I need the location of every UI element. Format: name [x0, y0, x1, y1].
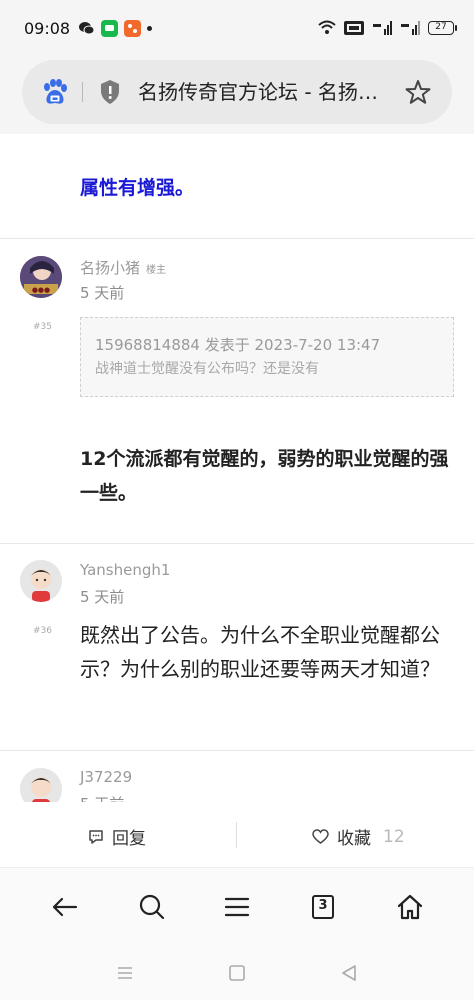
- address-divider: [82, 82, 83, 102]
- reply-bar: 回复 收藏 12: [0, 802, 474, 868]
- post-time: 5 天前: [80, 793, 124, 802]
- tabs-icon[interactable]: 3: [308, 892, 338, 922]
- search-icon[interactable]: [137, 892, 167, 922]
- home-button-icon[interactable]: [226, 962, 248, 984]
- system-nav-bar: [0, 946, 474, 1000]
- dot-icon: [147, 26, 152, 31]
- baidu-logo-icon[interactable]: [40, 78, 70, 106]
- post-username[interactable]: 名扬小猪 楼主: [80, 257, 166, 278]
- avatar[interactable]: [20, 560, 62, 602]
- heart-icon: [312, 828, 329, 844]
- favorite-count: 12: [383, 826, 405, 847]
- reply-label: 回复: [112, 829, 146, 849]
- avatar[interactable]: [20, 768, 62, 802]
- post-text: 12个流派都有觉醒的，弱势的职业觉醒的强一些。: [80, 448, 449, 504]
- wechat-icon: [78, 20, 95, 37]
- post-text: 属性有增强。: [80, 177, 195, 199]
- status-bar: 09:08 27: [0, 0, 474, 58]
- signal-icon-2: [401, 21, 420, 35]
- signal-icon: [373, 21, 392, 35]
- floor-number: #35: [33, 322, 52, 332]
- address-bar[interactable]: 名扬传奇官方论坛 - 名扬传奇: [22, 60, 452, 124]
- favorite-button[interactable]: 收藏 12: [312, 824, 405, 849]
- floor-number: #36: [33, 626, 52, 636]
- post-divider: [0, 750, 474, 751]
- message-icon: [101, 20, 118, 37]
- post-username[interactable]: J37229: [80, 768, 132, 786]
- post-username[interactable]: Yanshengh1: [80, 561, 170, 579]
- thread-content: 属性有增强。 ●●● 名扬小猪 楼主 5 天前 #35 15968814884 发…: [0, 134, 474, 802]
- username-text[interactable]: 名扬小猪: [80, 259, 140, 277]
- star-icon[interactable]: [404, 78, 432, 106]
- app-icon: [124, 20, 141, 37]
- browser-bottom-nav: 3: [0, 868, 474, 946]
- quote-header: 15968814884 发表于 2023-7-20 13:47: [95, 336, 381, 354]
- status-time: 09:08: [24, 19, 71, 38]
- post-divider: [0, 238, 474, 239]
- hd-icon: [344, 20, 364, 35]
- favorite-label: 收藏: [337, 829, 371, 849]
- avatar[interactable]: ●●●: [20, 256, 62, 298]
- post-divider: [0, 543, 474, 544]
- recent-apps-icon[interactable]: [114, 962, 136, 984]
- reply-button[interactable]: 回复: [88, 824, 146, 849]
- shield-icon[interactable]: [98, 78, 122, 106]
- quote-block: 15968814884 发表于 2023-7-20 13:47 战神道士觉醒没有…: [80, 317, 454, 397]
- post-time: 5 天前: [80, 284, 125, 302]
- page-title[interactable]: 名扬传奇官方论坛 - 名扬传奇: [138, 78, 388, 106]
- reply-bar-divider: [236, 822, 237, 848]
- back-button-icon[interactable]: [338, 962, 360, 984]
- wifi-icon: [318, 20, 336, 34]
- op-badge: 楼主: [146, 265, 167, 276]
- post-time: 5 天前: [80, 588, 125, 606]
- svg-text:●●●: ●●●: [32, 286, 50, 294]
- browser-toolbar: 名扬传奇官方论坛 - 名扬传奇: [0, 58, 474, 134]
- post-text: 既然出了公告。为什么不全职业觉醒都公示？为什么别的职业还要等两天才知道？: [80, 623, 440, 681]
- battery-icon: 27: [428, 20, 457, 35]
- home-icon[interactable]: [395, 892, 425, 922]
- back-icon[interactable]: [50, 892, 80, 922]
- comment-icon: [89, 829, 103, 844]
- tab-count: 3: [318, 898, 328, 913]
- menu-icon[interactable]: [222, 892, 252, 922]
- quote-body: 战神道士觉醒没有公布吗？还是没有: [95, 361, 319, 377]
